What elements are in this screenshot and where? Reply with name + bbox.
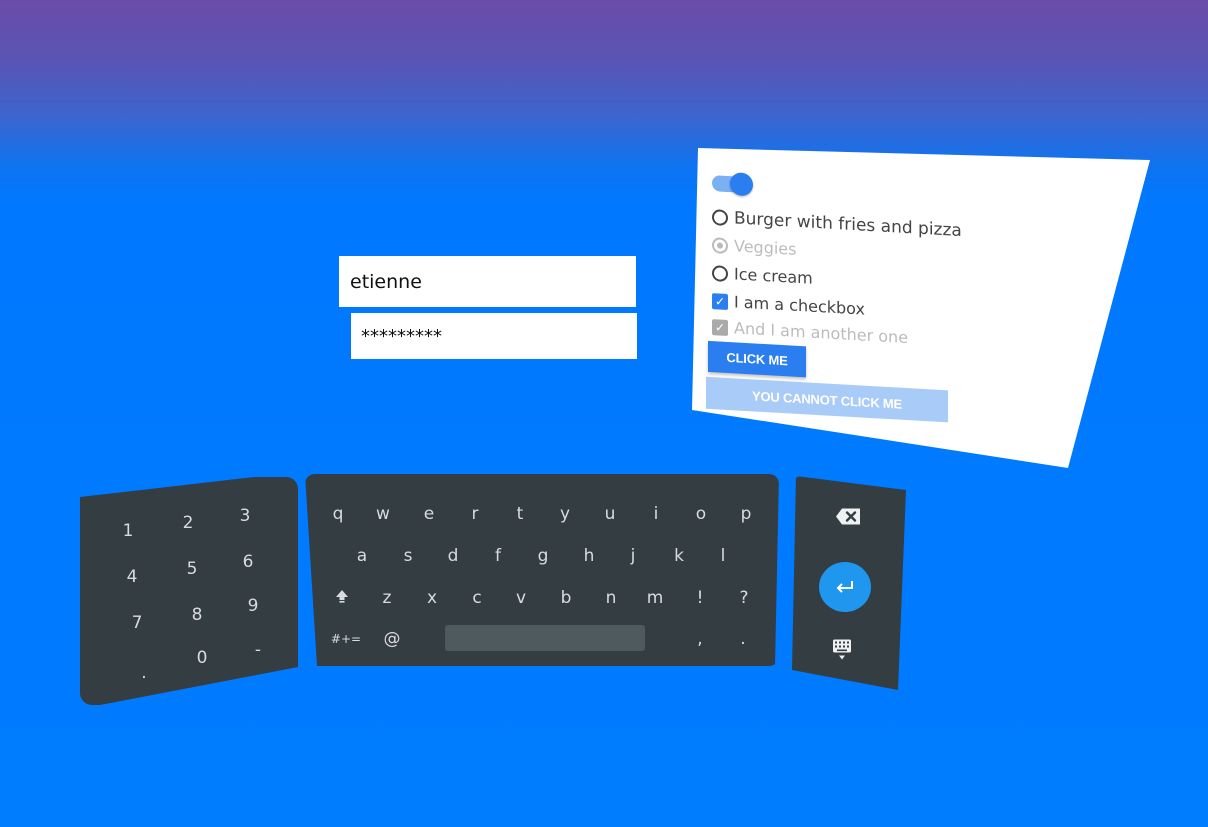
enter-icon (836, 581, 853, 593)
checkbox-label: I am a checkbox (734, 292, 865, 319)
key-c[interactable]: c (472, 588, 481, 608)
numpad-key[interactable]: 5 (187, 559, 198, 579)
space-bar[interactable] (445, 625, 645, 651)
options-panel: Burger with fries and pizza Veggies Ice … (692, 148, 1150, 468)
vr-scene: Burger with fries and pizza Veggies Ice … (0, 0, 1208, 827)
numpad-key[interactable]: 2 (183, 513, 194, 533)
symbols-key[interactable]: #+= (331, 632, 361, 646)
key-g[interactable]: g (538, 546, 549, 566)
key-i[interactable]: i (654, 504, 659, 524)
radio-label: Burger with fries and pizza (734, 208, 962, 242)
key-y[interactable]: y (560, 504, 570, 524)
key-b[interactable]: b (561, 588, 572, 608)
radio-veggies: Veggies (712, 235, 796, 259)
backspace-icon[interactable] (835, 508, 861, 531)
password-input[interactable] (361, 325, 637, 347)
username-field[interactable] (339, 256, 636, 307)
checkmark-icon: ✓ (712, 318, 728, 336)
numpad-key[interactable]: 1 (123, 521, 134, 541)
enter-button[interactable] (819, 562, 871, 612)
key-u[interactable]: u (605, 504, 616, 524)
numpad-key[interactable]: 7 (132, 613, 143, 633)
key-question[interactable]: ? (739, 588, 748, 608)
key-j[interactable]: j (631, 546, 636, 566)
password-field[interactable] (351, 313, 637, 359)
numpad-key[interactable]: 0 (197, 648, 208, 668)
numpad-key[interactable]: 8 (192, 605, 203, 625)
shift-arrow-icon (336, 590, 348, 603)
key-l[interactable]: l (721, 546, 726, 566)
key-w[interactable]: w (376, 504, 390, 524)
key-comma[interactable]: , (697, 629, 702, 649)
key-d[interactable]: d (448, 546, 459, 566)
key-f[interactable]: f (495, 546, 501, 566)
username-input[interactable] (350, 270, 636, 293)
toggle-thumb (730, 172, 753, 197)
backspace-shape-icon (836, 508, 860, 525)
key-h[interactable]: h (584, 546, 595, 566)
radio-circle-icon (712, 209, 728, 227)
key-z[interactable]: z (383, 588, 392, 608)
radio-burger[interactable]: Burger with fries and pizza (712, 207, 962, 241)
numpad-key[interactable]: 3 (240, 506, 251, 526)
disabled-button: YOU CANNOT CLICK ME (706, 376, 948, 423)
radio-selected-icon (712, 236, 728, 254)
key-n[interactable]: n (606, 588, 617, 608)
numpad-key[interactable]: 9 (248, 596, 259, 616)
numpad-key[interactable]: 6 (243, 552, 254, 572)
keyboard-icon (833, 639, 851, 660)
keyboard-hide-icon[interactable] (832, 639, 852, 666)
checkbox-label: And I am another one (734, 318, 909, 348)
radio-label: Ice cream (734, 264, 813, 288)
radio-circle-icon (712, 264, 728, 282)
key-v[interactable]: v (516, 588, 526, 608)
key-e[interactable]: e (424, 504, 434, 524)
key-t[interactable]: t (517, 504, 524, 524)
checkmark-icon: ✓ (712, 292, 728, 310)
key-r[interactable]: r (472, 504, 479, 524)
key-x[interactable]: x (427, 588, 437, 608)
numpad-panel: 1 2 3 4 5 6 7 8 9 . 0 - (80, 477, 298, 705)
toggle-switch[interactable] (712, 171, 754, 197)
key-period[interactable]: . (740, 629, 745, 649)
key-at[interactable]: @ (384, 629, 401, 649)
key-exclamation[interactable]: ! (697, 588, 704, 608)
click-me-button[interactable]: CLICK ME (708, 340, 806, 378)
key-k[interactable]: k (674, 546, 684, 566)
side-keys-panel (792, 476, 906, 690)
key-a[interactable]: a (357, 546, 367, 566)
key-q[interactable]: q (333, 504, 344, 524)
main-keyboard-panel: q w e r t y u i o p a s d f g h j k l z … (305, 474, 779, 666)
key-o[interactable]: o (696, 504, 706, 524)
checkbox-first[interactable]: ✓ I am a checkbox (712, 291, 865, 319)
numpad-key[interactable]: - (255, 640, 261, 660)
numpad-key[interactable]: . (141, 663, 146, 683)
radio-label: Veggies (734, 236, 797, 259)
key-m[interactable]: m (647, 588, 664, 608)
key-p[interactable]: p (741, 504, 752, 524)
shift-icon[interactable] (335, 588, 349, 608)
radio-ice-cream[interactable]: Ice cream (712, 263, 813, 288)
numpad-key[interactable]: 4 (127, 567, 138, 587)
key-s[interactable]: s (404, 546, 413, 566)
